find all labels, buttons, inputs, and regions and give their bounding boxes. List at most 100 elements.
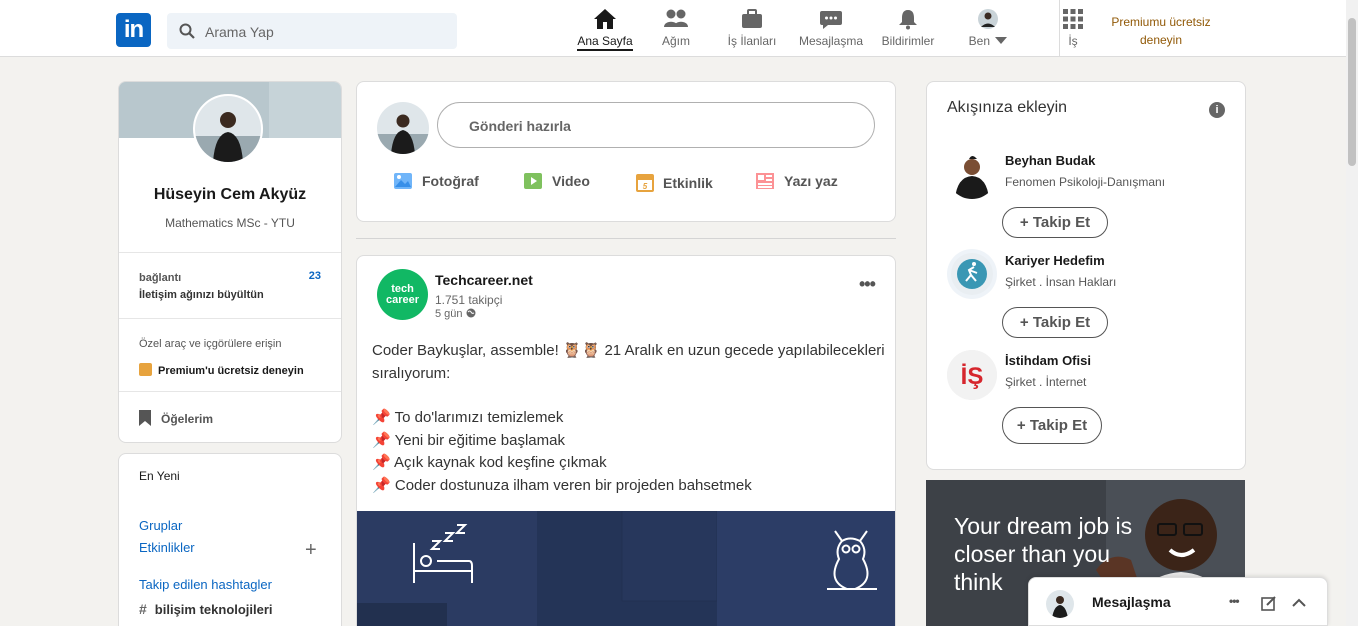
- follow-suggestions-card: Akışınıza ekleyin i Beyhan Budak Fenomen…: [926, 81, 1246, 470]
- post-body: Coder Baykuşlar, assemble! 🦉🦉 21 Aralık …: [372, 340, 887, 497]
- company-logo[interactable]: tech career: [377, 269, 428, 320]
- add-event-plus-icon[interactable]: +: [305, 540, 317, 560]
- feed-sort-divider: [356, 238, 896, 239]
- suggestion-avatar[interactable]: [947, 249, 997, 299]
- article-icon: [755, 172, 775, 193]
- nav-home-label: Ana Sayfa: [577, 34, 633, 51]
- premium-badge-icon: [139, 363, 152, 376]
- pushpin-icon: 📌: [372, 454, 391, 471]
- nav-me-label: Ben: [968, 34, 990, 48]
- photo-button[interactable]: Fotoğraf: [393, 172, 479, 193]
- divider: [119, 318, 341, 319]
- groups-link[interactable]: Gruplar: [139, 518, 182, 533]
- photo-icon: [393, 172, 413, 193]
- nav-messaging[interactable]: Mesajlaşma: [797, 8, 865, 48]
- hashtag-item[interactable]: # bilişim teknolojileri: [139, 601, 273, 617]
- recent-heading: En Yeni: [139, 469, 180, 483]
- nav-network[interactable]: Ağım: [652, 8, 700, 48]
- search-input[interactable]: Arama Yap: [167, 13, 457, 49]
- page-scrollbar[interactable]: [1346, 0, 1358, 626]
- globe-icon: [466, 308, 476, 318]
- suggestion-name[interactable]: Beyhan Budak: [1005, 153, 1095, 168]
- profile-name[interactable]: Hüseyin Cem Akyüz: [119, 186, 341, 204]
- events-link[interactable]: Etkinlikler: [139, 540, 195, 555]
- write-article-label: Yazı yaz: [784, 173, 838, 189]
- chevron-down-icon: [995, 37, 1008, 44]
- briefcase-icon: [742, 9, 762, 28]
- divider: [119, 391, 341, 392]
- pushpin-icon: 📌: [372, 409, 391, 426]
- post-intro: Coder Baykuşlar, assemble! 🦉🦉 21 Aralık …: [372, 342, 885, 382]
- messaging-label: Mesajlaşma: [1092, 594, 1171, 610]
- composer-avatar[interactable]: [377, 102, 429, 154]
- nav-jobs-label: İş İlanları: [727, 34, 777, 48]
- video-button[interactable]: Video: [523, 172, 590, 193]
- grow-network-text: İletişim ağınızı büyültün: [139, 289, 264, 301]
- post-more-button[interactable]: •••: [859, 274, 876, 295]
- post-time: 5 gün: [435, 308, 463, 320]
- recent-card: En Yeni Gruplar Etkinlikler + Takip edil…: [118, 453, 342, 626]
- video-label: Video: [552, 173, 590, 189]
- nav-me[interactable]: Ben: [966, 8, 1010, 48]
- write-article-button[interactable]: Yazı yaz: [755, 172, 838, 193]
- info-icon[interactable]: i: [1209, 102, 1225, 118]
- messaging-icon: [820, 11, 842, 29]
- hashtag-icon: #: [139, 601, 147, 617]
- my-items-label: Öğelerim: [161, 412, 214, 426]
- post-list-item: 📌 To do'larımızı temizlemek: [372, 409, 564, 426]
- start-post-input[interactable]: Gönderi hazırla: [437, 102, 875, 148]
- post-image[interactable]: [357, 510, 895, 626]
- top-navigation-bar: in Arama Yap Ana Sayfa Ağım İş İlanları …: [0, 0, 1346, 57]
- suggestions-heading: Akışınıza ekleyin: [947, 99, 1068, 116]
- suggestion-subtitle: Şirket . İnternet: [1005, 375, 1087, 389]
- suggestion-name[interactable]: Kariyer Hedefim: [1005, 253, 1105, 268]
- nav-work-label: İş: [1068, 34, 1078, 48]
- follow-button[interactable]: + Takip Et: [1002, 407, 1102, 444]
- nav-home[interactable]: Ana Sayfa: [576, 8, 634, 51]
- event-button[interactable]: 5 Etkinlik: [636, 172, 713, 195]
- profile-avatar-small: [978, 9, 998, 29]
- profile-avatar[interactable]: [193, 94, 263, 164]
- network-icon: [664, 9, 688, 27]
- profile-card: Hüseyin Cem Akyüz Mathematics MSc - YTU …: [118, 81, 342, 443]
- messaging-panel[interactable]: Mesajlaşma •••: [1028, 577, 1328, 626]
- home-icon: [594, 9, 616, 29]
- suggestion-name[interactable]: İstihdam Ofisi: [1005, 353, 1091, 368]
- connections-row[interactable]: bağlantı 23 İletişim ağınızı büyültün: [139, 270, 323, 301]
- nav-work[interactable]: İş: [1058, 8, 1088, 48]
- nav-notifications[interactable]: Bildirimler: [879, 8, 937, 48]
- premium-try-link[interactable]: Premium'u ücretsiz deneyin: [139, 361, 304, 379]
- post-time-row: 5 gün: [435, 308, 476, 320]
- calendar-icon: 5: [636, 172, 654, 195]
- premium-line-2: deneyin: [1139, 33, 1183, 47]
- search-icon: [179, 23, 195, 39]
- suggestion-avatar[interactable]: [947, 149, 997, 199]
- profile-photo: [195, 96, 261, 162]
- scrollbar-thumb[interactable]: [1348, 18, 1356, 166]
- my-items-link[interactable]: Öğelerim: [139, 410, 213, 428]
- profile-headline: Mathematics MSc - YTU: [165, 216, 295, 230]
- followed-hashtags-link[interactable]: Takip edilen hashtagler: [139, 577, 272, 592]
- follow-button[interactable]: + Takip Et: [1002, 207, 1108, 238]
- nav-jobs[interactable]: İş İlanları: [722, 8, 782, 48]
- compose-icon[interactable]: [1261, 595, 1277, 611]
- chevron-up-icon[interactable]: [1292, 598, 1306, 608]
- post-list-item: 📌 Açık kaynak kod keşfine çıkmak: [372, 454, 607, 471]
- messaging-more-icon[interactable]: •••: [1229, 594, 1240, 608]
- linkedin-logo[interactable]: in: [116, 13, 151, 47]
- start-post-placeholder: Gönderi hazırla: [469, 118, 571, 134]
- suggestion-avatar[interactable]: İŞ: [947, 350, 997, 400]
- photo-label: Fotoğraf: [422, 173, 479, 189]
- pushpin-icon: 📌: [372, 431, 391, 449]
- bookmark-icon: [139, 410, 151, 426]
- post-author[interactable]: Techcareer.net: [435, 272, 533, 288]
- premium-trial-link[interactable]: Premiumu ücretsiz deneyin: [1104, 13, 1218, 49]
- bell-icon: [899, 10, 917, 30]
- messaging-avatar: [1046, 590, 1074, 618]
- pushpin-icon: 📌: [372, 476, 391, 494]
- search-placeholder: Arama Yap: [205, 24, 274, 40]
- svg-text:İŞ: İŞ: [961, 363, 984, 390]
- hashtag-label: bilişim teknolojileri: [154, 602, 273, 617]
- follow-button[interactable]: + Takip Et: [1002, 307, 1108, 338]
- grid-icon: [1063, 9, 1083, 29]
